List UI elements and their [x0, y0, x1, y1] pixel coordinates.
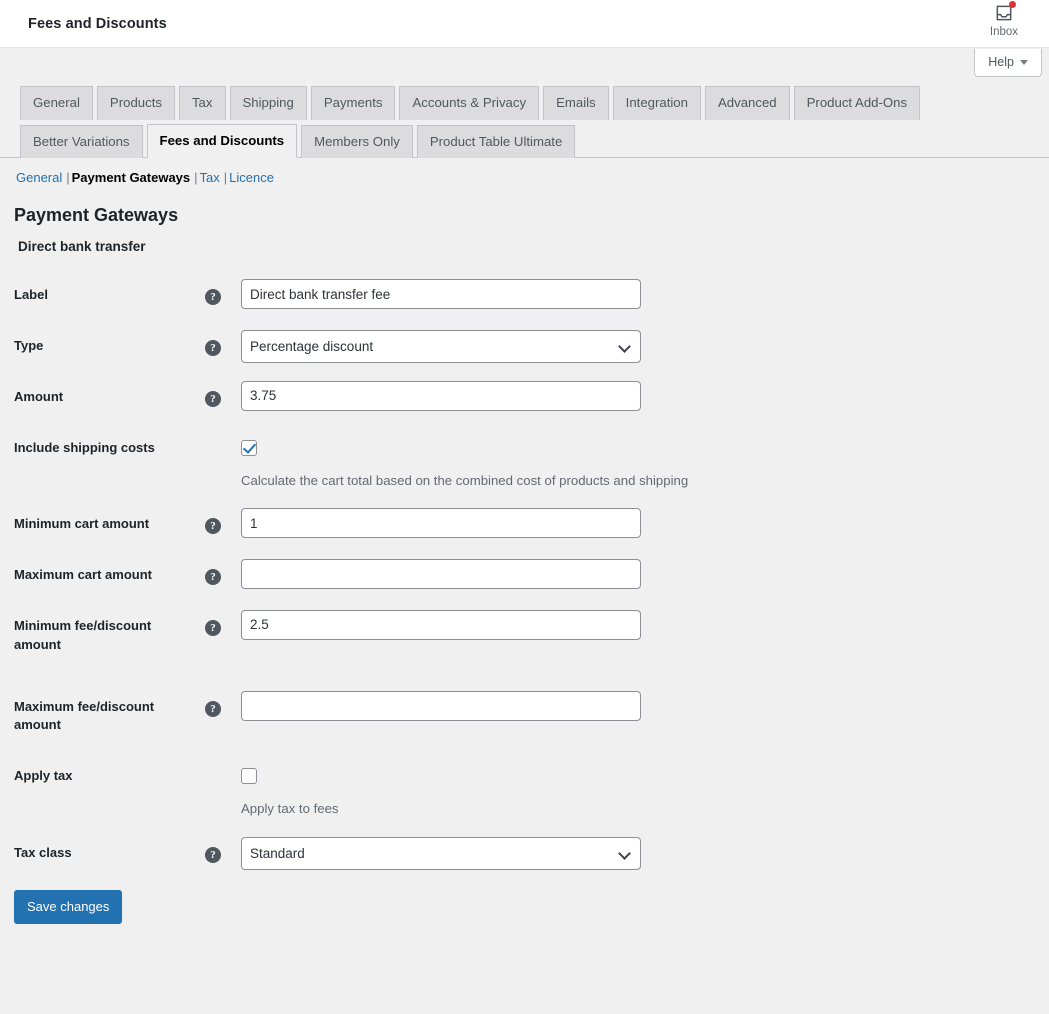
- field-label-max-fee: Maximum fee/discount amount: [14, 698, 155, 733]
- label-input[interactable]: [241, 279, 641, 310]
- form-row-tax-class: Tax class ? StandardReduced rateZero rat…: [0, 828, 1049, 879]
- form-row-apply-tax: Apply tax Apply tax to fees: [0, 751, 1049, 827]
- field-label-label: Label: [14, 287, 48, 303]
- tab-products[interactable]: Products: [96, 86, 175, 120]
- help-icon-max-cart[interactable]: ?: [205, 569, 221, 586]
- help-icon-label[interactable]: ?: [205, 289, 221, 306]
- form-row-max-cart: Maximum cart amount ?: [0, 550, 1049, 601]
- tab-members-only[interactable]: Members Only: [301, 124, 413, 159]
- tab-tax[interactable]: Tax: [178, 86, 226, 120]
- type-select[interactable]: Percentage discountFixed discountPercent…: [241, 329, 641, 363]
- field-label-min-cart: Minimum cart amount: [14, 516, 150, 532]
- help-icon-amount[interactable]: ?: [205, 390, 221, 407]
- form-row-amount: Amount ?: [0, 372, 1049, 423]
- tab-product-table-ultimate[interactable]: Product Table Ultimate: [416, 124, 576, 159]
- settings-form-table: Label ? Type ? Percentage discountFixed …: [0, 270, 1049, 879]
- tab-shipping[interactable]: Shipping: [229, 86, 307, 120]
- inbox-button[interactable]: Inbox: [975, 1, 1033, 39]
- tab-emails[interactable]: Emails: [543, 86, 609, 120]
- inbox-label: Inbox: [989, 26, 1019, 38]
- help-icon-type[interactable]: ?: [205, 339, 221, 356]
- tab-integration[interactable]: Integration: [612, 86, 701, 120]
- settings-tab-bar: General Products Tax Shipping Payments Accoun…: [0, 48, 1049, 159]
- field-label-tax-class: Tax class: [14, 844, 72, 860]
- help-button[interactable]: Help: [974, 49, 1042, 77]
- field-label-min-fee: Minimum fee/discount amount: [14, 617, 152, 652]
- form-row-max-fee: Maximum fee/discount amount ?: [0, 671, 1049, 752]
- help-icon-min-fee[interactable]: ?: [205, 619, 221, 636]
- tab-accounts-privacy[interactable]: Accounts & Privacy: [399, 86, 540, 120]
- type-select-wrap: Percentage discountFixed discountPercent…: [241, 329, 641, 363]
- page-title: Payment Gateways: [14, 205, 179, 226]
- help-icon-max-fee[interactable]: ?: [205, 700, 221, 717]
- apply-tax-description: Apply tax to fees: [241, 801, 339, 817]
- save-changes-button[interactable]: Save changes: [14, 889, 123, 924]
- form-row-min-fee: Minimum fee/discount amount ?: [0, 601, 1049, 671]
- inbox-icon: [993, 1, 1016, 24]
- include-shipping-checkbox[interactable]: [241, 439, 257, 456]
- include-shipping-description: Calculate the cart total based on the co…: [241, 472, 689, 488]
- form-row-min-cart: Minimum cart amount ?: [0, 499, 1049, 550]
- field-label-apply-tax: Apply tax: [14, 768, 73, 784]
- subnav-separator: |: [223, 170, 228, 186]
- apply-tax-checkbox[interactable]: [241, 768, 257, 785]
- subnav-link-licence[interactable]: Licence: [229, 170, 274, 185]
- field-label-amount: Amount: [14, 388, 64, 404]
- form-row-include-shipping: Include shipping costs Calculate the car…: [0, 423, 1049, 499]
- notification-badge-dot: [1009, 1, 1016, 8]
- form-row-type: Type ? Percentage discountFixed discount…: [0, 321, 1049, 372]
- help-icon-min-cart[interactable]: ?: [205, 518, 221, 535]
- form-row-label: Label ?: [0, 270, 1049, 321]
- tab-fees-and-discounts[interactable]: Fees and Discounts: [146, 123, 298, 159]
- section-subtitle: Direct bank transfer: [18, 239, 146, 255]
- chevron-down-icon: [1020, 59, 1028, 65]
- tab-advanced[interactable]: Advanced: [704, 86, 790, 120]
- min-fee-input[interactable]: [241, 609, 641, 640]
- field-label-type: Type: [14, 337, 44, 353]
- subnav-separator: |: [194, 170, 198, 186]
- max-fee-input[interactable]: [241, 690, 641, 721]
- settings-tab-row-1: General Products Tax Shipping Payments Accoun…: [20, 86, 1029, 120]
- help-button-label: Help: [988, 55, 1014, 69]
- subnav-separator: |: [66, 170, 70, 186]
- tab-payments[interactable]: Payments: [310, 86, 396, 120]
- max-cart-input[interactable]: [241, 559, 641, 590]
- app-header: Fees and Discounts Inbox: [0, 0, 1049, 48]
- tab-general[interactable]: General: [20, 86, 93, 120]
- subnav-link-general[interactable]: General: [16, 170, 62, 185]
- subnav: General | Payment Gateways | Tax | Licence: [0, 158, 1049, 187]
- tax-class-select[interactable]: StandardReduced rateZero rate: [241, 836, 641, 870]
- field-label-include-shipping: Include shipping costs: [14, 439, 155, 455]
- page-header-title: Fees and Discounts: [28, 15, 167, 32]
- min-cart-input[interactable]: [241, 508, 641, 539]
- subnav-link-payment-gateways[interactable]: Payment Gateways: [72, 170, 191, 185]
- amount-input[interactable]: [241, 380, 641, 411]
- tax-class-select-wrap: StandardReduced rateZero rate: [241, 836, 641, 870]
- field-label-max-cart: Maximum cart amount: [14, 567, 152, 583]
- subnav-link-tax[interactable]: Tax: [200, 170, 220, 185]
- settings-tab-row-2: Better Variations Fees and Discounts Membe…: [20, 123, 1029, 159]
- form-actions: Save changes: [0, 879, 1049, 924]
- help-icon-tax-class[interactable]: ?: [205, 846, 221, 863]
- tab-better-variations[interactable]: Better Variations: [20, 124, 143, 159]
- tab-product-add-ons[interactable]: Product Add-Ons: [793, 86, 921, 120]
